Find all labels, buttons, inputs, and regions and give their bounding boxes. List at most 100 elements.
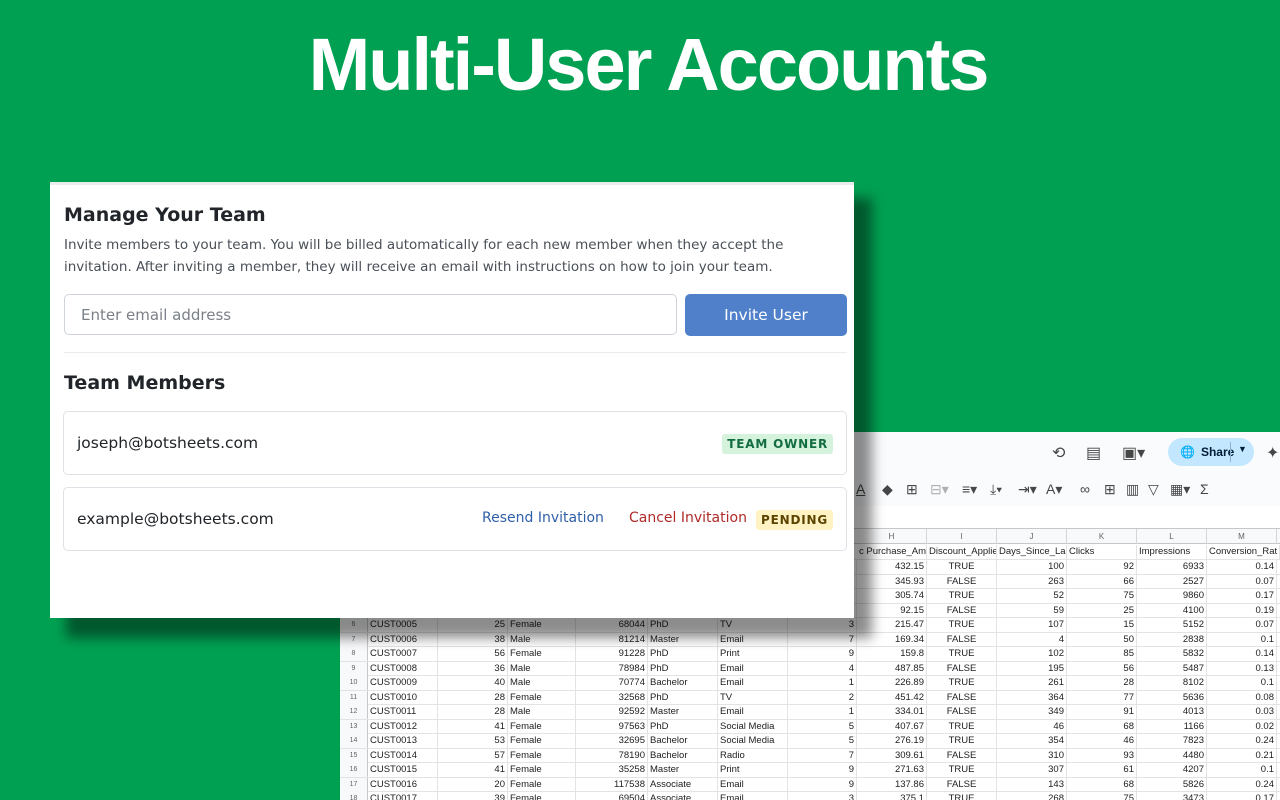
table-cell[interactable]: 364 bbox=[997, 690, 1067, 705]
row-number[interactable]: 15 bbox=[340, 748, 368, 763]
column-letter[interactable]: J bbox=[997, 529, 1067, 544]
row-number[interactable]: 9 bbox=[340, 661, 368, 676]
table-cell[interactable]: 56 bbox=[438, 647, 508, 661]
table-cell[interactable]: CUST0008 bbox=[368, 661, 438, 676]
functions-icon[interactable]: Σ bbox=[1200, 481, 1209, 497]
table-cell[interactable]: Email bbox=[718, 792, 788, 800]
table-cell[interactable]: 0.1 bbox=[1207, 676, 1277, 690]
table-cell[interactable]: 4480 bbox=[1137, 748, 1207, 763]
table-cell[interactable]: 68 bbox=[1067, 777, 1137, 792]
table-cell[interactable]: 0.19 bbox=[1207, 603, 1277, 618]
comment-icon[interactable]: ▤ bbox=[1086, 443, 1101, 463]
table-cell[interactable]: Female bbox=[508, 792, 576, 800]
table-cell[interactable]: 9 bbox=[788, 777, 857, 792]
table-cell[interactable]: FALSE bbox=[927, 705, 997, 719]
table-cell[interactable]: Email bbox=[718, 777, 788, 792]
table-cell[interactable]: TRUE bbox=[927, 647, 997, 661]
table-cell[interactable]: 7 bbox=[788, 748, 857, 763]
gemini-sparkle-icon[interactable]: ✦ bbox=[1266, 443, 1279, 463]
table-cell[interactable]: 4 bbox=[788, 661, 857, 676]
table-cell[interactable]: Radio bbox=[718, 748, 788, 763]
table-cell[interactable]: 5152 bbox=[1137, 618, 1207, 632]
column-letter[interactable]: M bbox=[1207, 529, 1277, 544]
header-cell[interactable]: Clicks bbox=[1067, 545, 1137, 559]
table-cell[interactable]: 4 bbox=[997, 632, 1067, 647]
table-cell[interactable]: 1 bbox=[788, 676, 857, 690]
table-cell[interactable]: 102 bbox=[997, 647, 1067, 661]
table-cell[interactable]: 349 bbox=[997, 705, 1067, 719]
table-cell[interactable]: 0.24 bbox=[1207, 777, 1277, 792]
table-cell[interactable]: 407.67 bbox=[857, 719, 927, 734]
table-cell[interactable]: 32568 bbox=[576, 690, 648, 705]
header-cell[interactable]: Conversion_Rat bbox=[1207, 545, 1280, 559]
table-cell[interactable]: 0.07 bbox=[1207, 618, 1277, 632]
table-cell[interactable]: TRUE bbox=[927, 792, 997, 800]
insert-comment-icon[interactable]: ⊞ bbox=[1104, 481, 1116, 497]
table-cell[interactable]: 97563 bbox=[576, 719, 648, 734]
table-cell[interactable]: 9 bbox=[788, 647, 857, 661]
table-cell[interactable]: 52 bbox=[997, 589, 1067, 603]
table-cell[interactable]: 159.8 bbox=[857, 647, 927, 661]
table-cell[interactable]: 28 bbox=[1067, 676, 1137, 690]
table-cell[interactable]: FALSE bbox=[927, 632, 997, 647]
table-cell[interactable]: 143 bbox=[997, 777, 1067, 792]
table-cell[interactable]: 0.02 bbox=[1207, 719, 1277, 734]
table-cell[interactable]: 61 bbox=[1067, 763, 1137, 777]
table-cell[interactable]: Associate bbox=[648, 777, 718, 792]
table-cell[interactable]: Bachelor bbox=[648, 748, 718, 763]
table-cell[interactable]: CUST0017 bbox=[368, 792, 438, 800]
table-cell[interactable]: 91 bbox=[1067, 705, 1137, 719]
table-cell[interactable]: 41 bbox=[438, 763, 508, 777]
table-cell[interactable]: 310 bbox=[997, 748, 1067, 763]
column-letter[interactable]: K bbox=[1067, 529, 1137, 544]
table-view-icon[interactable]: ▦▾ bbox=[1170, 481, 1190, 497]
table-cell[interactable]: Email bbox=[718, 661, 788, 676]
table-cell[interactable]: 0.24 bbox=[1207, 734, 1277, 748]
column-letter[interactable]: I bbox=[927, 529, 997, 544]
table-cell[interactable]: 93 bbox=[1067, 748, 1137, 763]
table-cell[interactable]: Email bbox=[718, 705, 788, 719]
table-cell[interactable]: 70774 bbox=[576, 676, 648, 690]
table-cell[interactable]: 20 bbox=[438, 777, 508, 792]
table-cell[interactable]: 5832 bbox=[1137, 647, 1207, 661]
row-number[interactable]: 10 bbox=[340, 676, 368, 690]
header-cell[interactable]: Days_Since_Las bbox=[997, 545, 1067, 559]
row-number[interactable]: 16 bbox=[340, 763, 368, 777]
table-cell[interactable]: 92 bbox=[1067, 560, 1137, 574]
table-cell[interactable]: 0.14 bbox=[1207, 560, 1277, 574]
table-cell[interactable]: 268 bbox=[997, 792, 1067, 800]
table-cell[interactable]: Female bbox=[508, 748, 576, 763]
table-cell[interactable]: Print bbox=[718, 647, 788, 661]
resend-invitation-link[interactable]: Resend Invitation bbox=[482, 510, 604, 526]
table-cell[interactable]: 66 bbox=[1067, 574, 1137, 589]
row-number[interactable]: 18 bbox=[340, 792, 368, 800]
table-cell[interactable]: 0.07 bbox=[1207, 574, 1277, 589]
table-cell[interactable]: 46 bbox=[1067, 734, 1137, 748]
table-cell[interactable]: 46 bbox=[997, 719, 1067, 734]
table-cell[interactable]: 69504 bbox=[576, 792, 648, 800]
table-cell[interactable]: 32695 bbox=[576, 734, 648, 748]
table-cell[interactable]: 5 bbox=[788, 719, 857, 734]
table-cell[interactable]: 25 bbox=[1067, 603, 1137, 618]
table-cell[interactable]: CUST0007 bbox=[368, 647, 438, 661]
row-number[interactable]: 13 bbox=[340, 719, 368, 734]
table-cell[interactable]: FALSE bbox=[927, 661, 997, 676]
link-icon[interactable]: ∞ bbox=[1080, 481, 1090, 497]
table-cell[interactable]: Social Media bbox=[718, 734, 788, 748]
table-cell[interactable]: Print bbox=[718, 763, 788, 777]
table-cell[interactable]: Associate bbox=[648, 792, 718, 800]
merge-cells-icon[interactable]: ⊟▾ bbox=[930, 481, 949, 497]
table-cell[interactable]: TV bbox=[718, 690, 788, 705]
table-cell[interactable]: 91228 bbox=[576, 647, 648, 661]
table-cell[interactable]: 4207 bbox=[1137, 763, 1207, 777]
table-cell[interactable]: 0.17 bbox=[1207, 792, 1277, 800]
table-cell[interactable]: 0.1 bbox=[1207, 763, 1277, 777]
table-cell[interactable]: 53 bbox=[438, 734, 508, 748]
table-cell[interactable]: TRUE bbox=[927, 676, 997, 690]
table-cell[interactable]: 4100 bbox=[1137, 603, 1207, 618]
table-cell[interactable]: 5826 bbox=[1137, 777, 1207, 792]
table-cell[interactable]: CUST0009 bbox=[368, 676, 438, 690]
table-cell[interactable]: 375.1 bbox=[857, 792, 927, 800]
table-cell[interactable]: CUST0014 bbox=[368, 748, 438, 763]
column-letter[interactable]: L bbox=[1137, 529, 1207, 544]
